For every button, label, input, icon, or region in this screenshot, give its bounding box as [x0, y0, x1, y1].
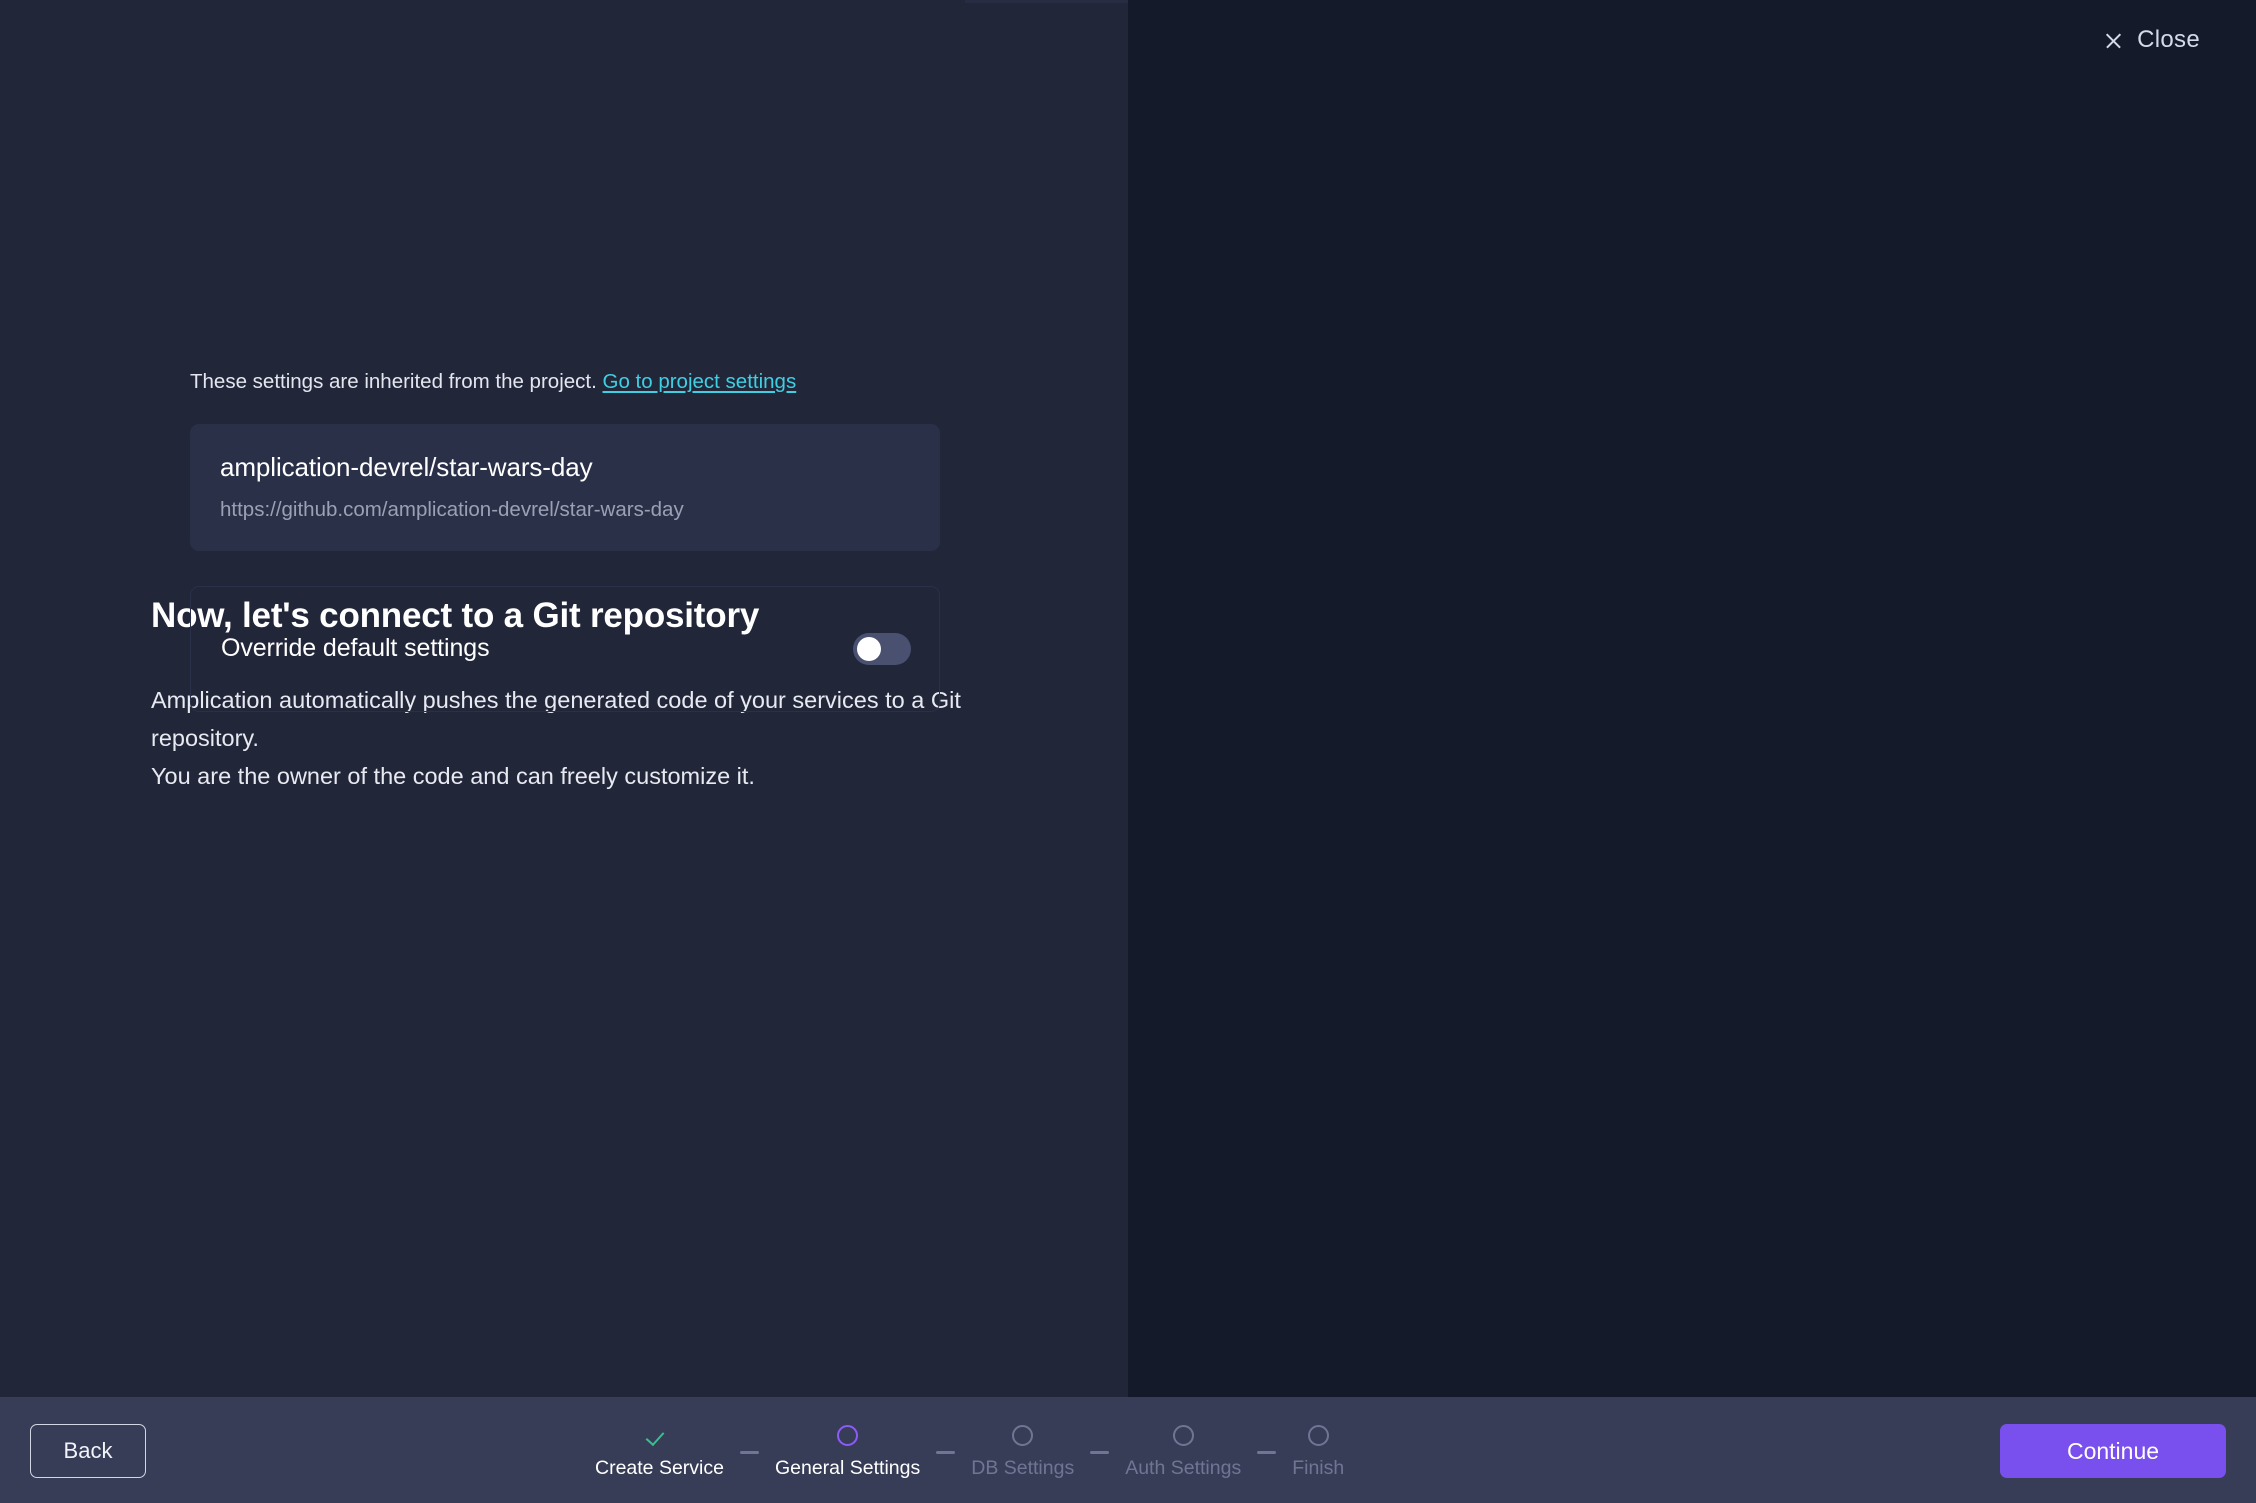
close-button[interactable]: Close [2104, 26, 2200, 54]
stepper-item-label: Auth Settings [1125, 1456, 1242, 1479]
circle-glyph [1307, 1425, 1329, 1446]
circle-icon [1307, 1421, 1329, 1451]
go-to-project-settings-link[interactable]: Go to project settings [603, 370, 797, 393]
stepper-item-finish[interactable]: Finish [1292, 1421, 1344, 1480]
close-icon [2104, 31, 2123, 50]
override-default-settings-toggle[interactable] [853, 632, 911, 665]
wizard-footer: Back Create Service General Settings DB Se… [0, 1397, 2256, 1503]
stepper-item-label: General Settings [774, 1456, 921, 1479]
continue-button[interactable]: Continue [2000, 1424, 2226, 1478]
circle-glyph [837, 1425, 859, 1446]
stepper-item-label: DB Settings [971, 1456, 1075, 1479]
circle-glyph [1012, 1425, 1034, 1446]
inherited-settings-text: These settings are inherited from the pr… [190, 370, 597, 393]
stepper-item-create-service[interactable]: Create Service [595, 1421, 724, 1480]
close-button-label: Close [2137, 26, 2200, 53]
step-connector [1090, 1450, 1110, 1454]
stepper-item-general-settings[interactable]: General Settings [775, 1421, 920, 1480]
circle-icon [837, 1421, 859, 1451]
override-default-settings-label: Override default settings [221, 634, 490, 663]
step-connector [1257, 1450, 1277, 1454]
check-icon [647, 1421, 671, 1451]
repository-name: amplication-devrel/star-wars-day [220, 451, 593, 482]
wizard-stepper: Create Service General Settings DB Setting… [595, 1397, 1344, 1503]
check-glyph [647, 1424, 671, 1448]
stepper-item-db-settings[interactable]: DB Settings [971, 1421, 1074, 1480]
stepper-item-auth-settings[interactable]: Auth Settings [1125, 1421, 1241, 1480]
git-settings-area: These settings are inherited from the pr… [190, 368, 940, 712]
repository-card[interactable]: amplication-devrel/star-wars-day https:/… [190, 423, 940, 551]
service-wizard-screen: Close Now, let's connect to a Git reposi… [0, 0, 2256, 1503]
back-button[interactable]: Back [30, 1424, 146, 1478]
override-default-settings-card: Override default settings [190, 585, 940, 712]
stepper-item-label: Finish [1292, 1456, 1345, 1479]
circle-icon [1012, 1421, 1034, 1451]
repository-url: https://github.com/amplication-devrel/st… [220, 498, 684, 522]
top-highlight-strip [965, 0, 1128, 3]
circle-glyph [1172, 1425, 1194, 1446]
right-settings-panel [1128, 0, 2256, 1397]
stepper-item-label: Create Service [595, 1456, 724, 1479]
circle-icon [1172, 1421, 1194, 1451]
step-connector [936, 1450, 956, 1454]
toggle-knob [857, 636, 881, 661]
step-connector [739, 1450, 759, 1454]
inherited-settings-note: These settings are inherited from the pr… [190, 368, 940, 397]
